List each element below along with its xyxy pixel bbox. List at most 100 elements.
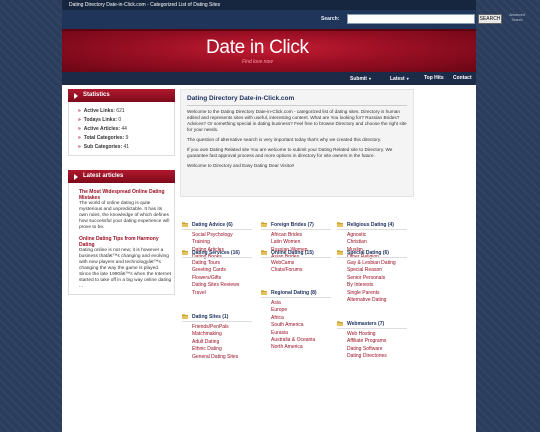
category-header[interactable]: Special Dating (6) [337,249,407,258]
subcategory-link[interactable]: Matchmaking [192,331,262,338]
subcategory-link[interactable]: Dating Software [347,346,417,353]
intro-paragraph: The question of alternative search is ve… [187,137,382,142]
subcategory-link[interactable]: Travel [192,290,262,297]
stat-row: » Total Categories: 9 [69,134,174,143]
stat-row: » Active Links: 621 [69,107,174,116]
subcategory-link[interactable]: South America [271,322,341,329]
latest-articles-title: Latest articles [83,173,124,179]
subcategory-link[interactable]: Adult Dating [192,339,262,346]
stat-label: Active Links: [83,108,115,114]
category-block: Special Dating (6) Gay & Lesbian Dating … [337,249,417,304]
bullet-icon: » [78,135,81,141]
search-input[interactable] [347,14,475,24]
category-header[interactable]: Webmasters (7) [337,320,407,329]
nav-item-top-hits[interactable]: Top Hits [424,72,444,85]
divider [187,105,407,106]
subcategory-link[interactable]: Greeting Cards [192,267,262,274]
folder-icon [337,222,343,227]
category-title: Dating Sites (1) [192,313,229,320]
category-header[interactable]: Dating Advice (6) [182,221,252,230]
window-title: Dating Directory Date-in-Click.com - Cat… [62,0,476,10]
latest-articles-body: The Most Widespread Online Dating Mistak… [68,183,175,295]
nav-item-contact[interactable]: Contact [453,72,472,85]
category-header[interactable]: Religious Dating (4) [337,221,407,230]
subcategory-link[interactable]: Senior Personals [347,275,417,282]
subcategory-link[interactable]: Training [192,239,262,246]
subcategory-link[interactable]: North America [271,344,341,351]
subcategory-link[interactable]: Alternative Dating [347,297,417,304]
folder-icon [261,290,267,295]
subcategory-link[interactable]: Affiliate Programs [347,338,417,345]
category-header[interactable]: Foreign Brides (7) [261,221,331,230]
category-header[interactable]: Online Dating (15) [261,249,331,258]
site-logo[interactable]: Date in Click [206,37,309,59]
subcategory-link[interactable]: Dating Tours [192,260,262,267]
bullet-icon: » [78,144,81,150]
category-title: Regional Dating (8) [271,289,317,296]
subcategory-link[interactable]: Australia & Oceania [271,337,341,344]
article-title-link[interactable]: Online Dating Tips from Harmony Dating [79,236,174,248]
search-button[interactable]: SEARCH [478,14,502,24]
stat-label: Sub Categories: [83,144,123,150]
subcategory-link[interactable]: Single Parents [347,290,417,297]
folder-icon [337,321,343,326]
folder-icon [182,222,188,227]
subcategory-link[interactable]: Ethnic Dating [192,346,262,353]
subcategory-link[interactable]: Christian [347,239,417,246]
stat-row: » Todays Links: 0 [69,116,174,125]
category-header[interactable]: Dating Sites (1) [182,313,252,322]
stat-value: 0 [118,117,122,123]
article-title-link[interactable]: The Most Widespread Online Dating Mistak… [79,189,174,201]
category-block: Dating Services (16) Dating Tours Greeti… [182,249,262,297]
category-header[interactable]: Dating Services (16) [182,249,252,258]
statistics-title: Statistics [83,92,110,98]
subcategory-link[interactable]: Dating Directories [347,353,417,360]
page-title: Dating Directory Date-in-Click.com [187,95,295,102]
subcategory-link[interactable]: Gay & Lesbian Dating [347,260,417,267]
nav-item-latest[interactable]: Latest ▾ [390,72,409,85]
advanced-search-link[interactable]: Advanced Search [504,13,530,22]
subcategory-link[interactable]: Chats/Forums [271,267,341,274]
folder-icon [182,250,188,255]
statistics-box: Statistics » Active Links: 621 » Todays Li… [68,89,175,156]
sidebar: Statistics » Active Links: 621 » Todays Li… [68,89,175,295]
subcategory-link[interactable]: African Brides [271,232,341,239]
subcategory-link[interactable]: Eurasia [271,330,341,337]
subcategory-link[interactable]: Web Hosting [347,331,417,338]
category-title: Online Dating (15) [271,249,314,256]
top-navigation: Submit ▾ Latest ▾ Top Hits Contact [62,72,476,85]
arrow-right-icon [74,173,78,180]
subcategory-link[interactable]: Europe [271,307,341,314]
subcategory-link[interactable]: By Interests [347,282,417,289]
intro-paragraph: Welcome to the Dating Directory Date-in-… [187,109,407,132]
subcategory-link[interactable]: General Dating Sites [192,354,262,361]
nav-label: Submit [350,76,367,82]
article-excerpt: Dating online is not new; it is however … [79,248,172,289]
subcategory-link[interactable]: Africa [271,315,341,322]
folder-icon [261,250,267,255]
subcategory-link[interactable]: Flowers/Gifts [192,275,262,282]
category-title: Webmasters (7) [347,320,385,327]
subcategory-link[interactable]: Latin Women [271,239,341,246]
subcategory-link[interactable]: Dating Sites Reviews [192,282,262,289]
folder-icon [337,250,343,255]
statistics-body: » Active Links: 621 » Todays Links: 0 » Act… [68,102,175,156]
latest-articles-header: Latest articles [68,170,175,183]
chevron-down-icon: ▾ [368,76,371,81]
nav-label: Latest [390,76,405,82]
category-header[interactable]: Regional Dating (8) [261,289,331,298]
subcategory-link[interactable]: Asia [271,300,341,307]
subcategory-link[interactable]: Social Psychology [192,232,262,239]
nav-item-submit[interactable]: Submit ▾ [350,72,371,85]
category-title: Religious Dating (4) [347,221,394,228]
subcategory-link[interactable]: Special Reason [347,267,417,274]
statistics-header: Statistics [68,89,175,102]
chevron-down-icon: ▾ [406,76,409,81]
subcategory-link[interactable]: Agnostic [347,232,417,239]
intro-paragraph: Welcome to Directory and Easy Dating Dea… [187,163,295,168]
stat-row: » Active Articles: 44 [69,125,174,134]
bullet-icon: » [78,126,81,132]
subcategory-link[interactable]: WebCams [271,260,341,267]
article-excerpt: The world of online dating is quite myst… [79,201,170,230]
subcategory-link[interactable]: Friends/PenPals [192,324,262,331]
